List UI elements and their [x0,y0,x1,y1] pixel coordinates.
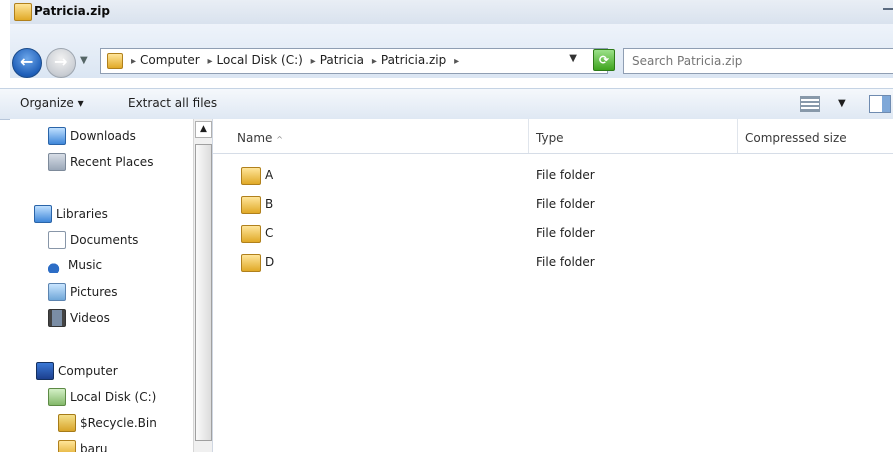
breadcrumb-patricia[interactable]: Patricia [320,53,364,67]
column-name-label: Name [237,131,273,145]
nav-item-music[interactable]: Music [48,257,102,277]
nav-item-documents[interactable]: Documents [48,231,138,251]
search-box[interactable] [623,48,893,74]
breadcrumb-patricia-zip[interactable]: Patricia.zip [381,53,446,67]
file-list: Name ^ Type Compressed size A File folde… [213,119,893,452]
folder-icon [241,196,261,214]
column-header-compressed-size[interactable]: Compressed size [745,131,847,151]
scroll-thumb[interactable] [195,144,212,441]
nav-item-local-disk[interactable]: Local Disk (C:) [48,388,156,408]
forward-button[interactable]: → [46,48,76,78]
zip-folder-icon [14,3,32,21]
nav-label: Music [68,258,103,272]
file-name: A [265,168,274,182]
search-input[interactable] [630,53,884,69]
folder-icon [241,254,261,272]
nav-label: Computer [58,364,118,378]
column-header-type[interactable]: Type [536,131,564,151]
folder-icon [58,440,76,452]
nav-label: Recent Places [70,155,154,169]
breadcrumb-computer[interactable]: Computer [140,53,200,67]
minimize-button[interactable] [883,8,893,10]
preview-pane-icon[interactable] [869,95,891,113]
nav-item-pictures[interactable]: Pictures [48,283,118,303]
nav-label: Downloads [70,129,136,143]
nav-pane-scrollbar[interactable]: ▲ [193,119,212,452]
refresh-button[interactable]: ⟳ [593,49,615,71]
file-name: C [265,226,274,240]
address-history-dropdown[interactable]: ▼ [569,53,577,64]
organize-button[interactable]: Organize ▾ [20,96,84,110]
forward-arrow-icon: → [54,52,68,71]
views-dropdown[interactable]: ▼ [838,98,846,109]
file-type: File folder [536,226,595,240]
command-bar: Organize ▾ Extract all files [0,88,893,120]
file-name: D [265,255,275,269]
recent-places-icon [48,153,66,171]
videos-icon [48,309,66,327]
file-type: File folder [536,255,595,269]
list-item[interactable]: B File folder [213,192,893,218]
local-disk-icon [48,388,66,406]
file-type: File folder [536,168,595,182]
nav-item-downloads[interactable]: Downloads [48,127,136,147]
music-icon [48,257,64,273]
documents-icon [48,231,66,249]
window-title: Patricia.zip [34,4,110,18]
nav-label: Documents [70,233,139,247]
nav-item-videos[interactable]: Videos [48,309,110,329]
nav-item-recycle-bin[interactable]: $Recycle.Bin [58,414,157,434]
list-item[interactable]: C File folder [213,221,893,247]
nav-label: Libraries [56,207,108,221]
back-arrow-icon: ← [20,52,34,71]
downloads-folder-icon [48,127,66,145]
title-bar: Patricia.zip [10,0,893,25]
libraries-icon [34,205,52,223]
organize-label: Organize [20,96,74,110]
file-name: B [265,197,274,211]
list-item[interactable]: D File folder [213,250,893,276]
navigation-pane: Downloads Recent Places Libraries Docume… [10,119,213,452]
nav-item-computer[interactable]: Computer [36,362,118,382]
recent-pages-dropdown[interactable]: ▼ [80,55,88,66]
views-icon[interactable] [800,96,820,112]
computer-icon [36,362,54,380]
back-button[interactable]: ← [12,48,42,78]
pictures-icon [48,283,66,301]
folder-icon [241,225,261,243]
nav-item-libraries[interactable]: Libraries [34,205,108,225]
extract-all-files-button[interactable]: Extract all files [128,96,217,110]
nav-label: $Recycle.Bin [80,416,157,430]
nav-label: baru [80,442,108,452]
nav-item-baru[interactable]: baru [58,440,108,452]
nav-label: Local Disk (C:) [70,390,157,404]
breadcrumb-local-disk[interactable]: Local Disk (C:) [217,53,303,67]
list-item[interactable]: A File folder [213,163,893,189]
zip-folder-icon [107,53,123,72]
nav-label: Videos [70,311,110,325]
scroll-up-button[interactable]: ▲ [195,121,212,138]
breadcrumb: ▸ Computer ▸ Local Disk (C:) ▸ Patricia ▸ Pa… [131,53,460,67]
folder-icon [241,167,261,185]
nav-item-recent-places[interactable]: Recent Places [48,153,153,173]
column-header-name[interactable]: Name ^ [237,131,283,151]
file-type: File folder [536,197,595,211]
sort-up-icon: ^ [276,135,283,144]
address-bar[interactable]: ▸ Computer ▸ Local Disk (C:) ▸ Patricia ▸ Pa… [100,48,608,74]
column-header-row: Name ^ Type Compressed size [213,119,893,154]
recycle-bin-icon [58,414,76,432]
nav-label: Pictures [70,285,118,299]
